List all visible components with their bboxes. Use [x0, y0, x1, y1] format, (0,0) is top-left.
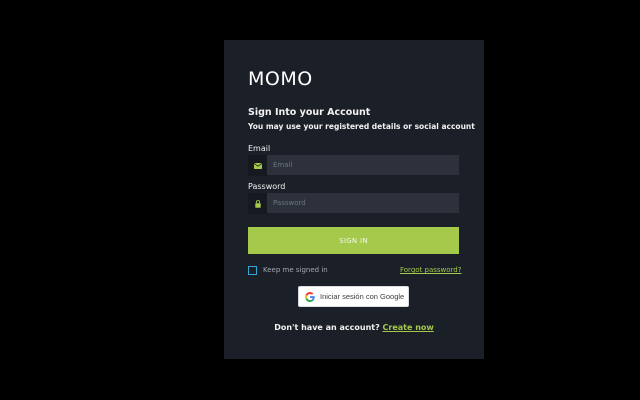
password-label: Password [248, 182, 286, 191]
signup-prompt-text: Don't have an account? [274, 323, 380, 332]
lock-icon [248, 193, 268, 214]
sign-in-button[interactable]: SIGN IN [248, 227, 459, 254]
brand-logo: MOMO [248, 68, 313, 90]
form-subheading: You may use your registered details or s… [248, 122, 475, 131]
email-label: Email [248, 144, 271, 153]
login-card: MOMO Sign Into your Account You may use … [224, 40, 484, 359]
password-input[interactable] [267, 193, 459, 213]
email-input[interactable] [267, 155, 459, 175]
signup-prompt: Don't have an account? Create now [224, 323, 484, 333]
form-heading: Sign Into your Account [248, 107, 371, 118]
create-account-link[interactable]: Create now [383, 323, 434, 332]
google-sign-in-button[interactable]: Iniciar sesión con Google [298, 286, 409, 307]
keep-signed-in-row: Keep me signed in [248, 265, 328, 275]
google-sign-in-label: Iniciar sesión con Google [320, 292, 405, 301]
password-field-row [248, 193, 459, 214]
keep-signed-in-label: Keep me signed in [263, 266, 328, 274]
email-field-row [248, 155, 459, 176]
envelope-icon [248, 155, 268, 176]
forgot-password-link[interactable]: Forgot password? [400, 265, 461, 275]
google-icon [305, 291, 315, 302]
keep-signed-in-checkbox[interactable] [248, 265, 257, 275]
